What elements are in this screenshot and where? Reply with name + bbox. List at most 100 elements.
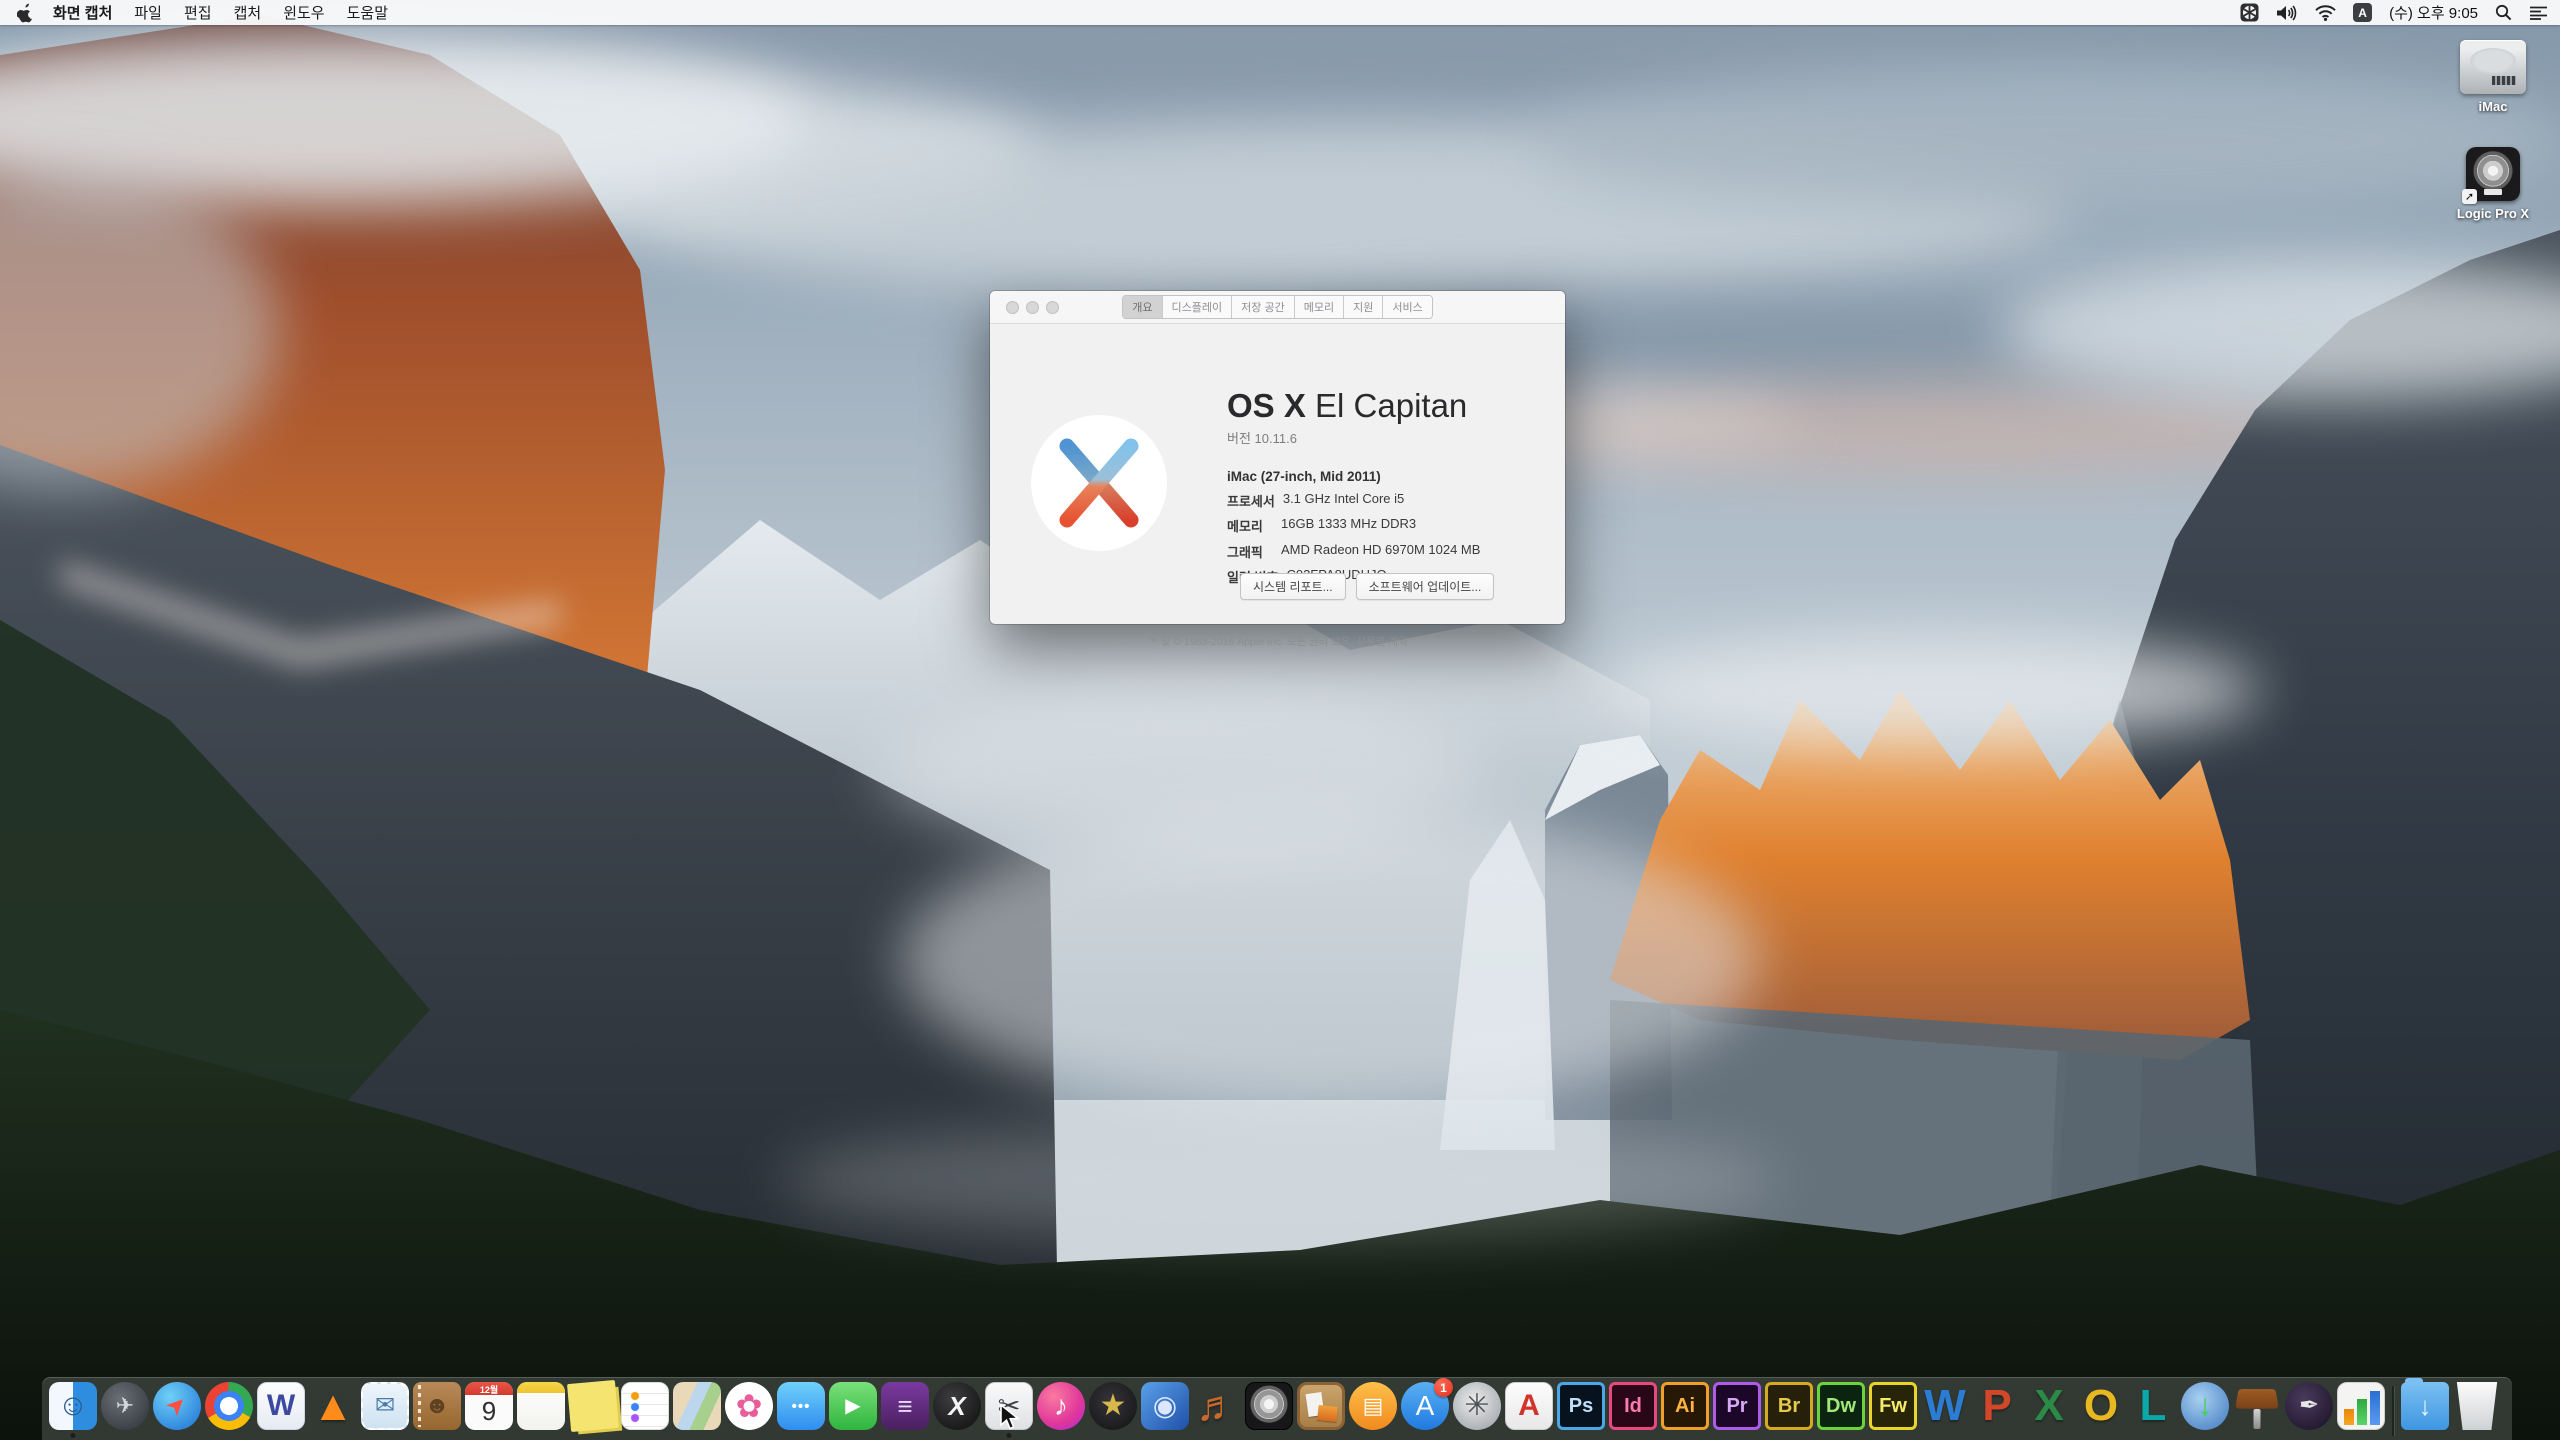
spec-value: 3.1 GHz Intel Core i5 bbox=[1283, 491, 1404, 510]
dock-word[interactable]: W bbox=[1920, 1382, 1970, 1438]
premiere-glyph: Pr bbox=[1726, 1396, 1747, 1416]
dock-downloads-folder[interactable]: ↓ bbox=[2400, 1382, 2450, 1438]
tab-storage[interactable]: 저장 공간 bbox=[1232, 296, 1295, 318]
dock-stickies[interactable] bbox=[568, 1382, 618, 1438]
menu-items: 파일편집캡처윈도우도움말 bbox=[123, 2, 399, 23]
dock-app-store[interactable]: A1 bbox=[1400, 1382, 1450, 1438]
dock-finder[interactable]: ☺ bbox=[48, 1382, 98, 1438]
dock-excel[interactable]: X bbox=[2024, 1382, 2074, 1438]
pages-icon: ✒ bbox=[2285, 1382, 2333, 1430]
dock-powerpoint[interactable]: P bbox=[1972, 1382, 2022, 1438]
volume-menu-icon[interactable] bbox=[2276, 5, 2298, 21]
menu-capture[interactable]: 캡처 bbox=[223, 2, 273, 23]
dock-mail[interactable]: ✉ bbox=[360, 1382, 410, 1438]
dock-indesign[interactable]: Id bbox=[1608, 1382, 1658, 1438]
dock-trash[interactable] bbox=[2452, 1382, 2502, 1438]
apple-menu[interactable] bbox=[14, 3, 36, 23]
dock-photoshop[interactable]: Ps bbox=[1556, 1382, 1606, 1438]
dock-numbers[interactable] bbox=[2336, 1382, 2386, 1438]
desktop-icon-logic-pro-x[interactable]: ➚ Logic Pro X bbox=[2438, 147, 2548, 221]
app-store-badge: 1 bbox=[1434, 1378, 1453, 1397]
dock-outlook[interactable]: O bbox=[2076, 1382, 2126, 1438]
dock-imovie[interactable]: ★ bbox=[1088, 1382, 1138, 1438]
dock-photos[interactable]: ✿ bbox=[724, 1382, 774, 1438]
dock-keynote[interactable] bbox=[2232, 1382, 2282, 1438]
system-preferences-icon: ✳ bbox=[1453, 1382, 1501, 1430]
tab-overview[interactable]: 개요 bbox=[1123, 296, 1162, 318]
menu-window[interactable]: 윈도우 bbox=[272, 2, 335, 23]
dock-garageband[interactable]: ♬ bbox=[1192, 1382, 1242, 1438]
dock-safari[interactable]: ➤ bbox=[152, 1382, 202, 1438]
tab-service[interactable]: 서비스 bbox=[1383, 296, 1431, 318]
dock-notes[interactable] bbox=[516, 1382, 566, 1438]
dock-facetime[interactable]: ▶ bbox=[828, 1382, 878, 1438]
dock-calendar[interactable]: 912월 bbox=[464, 1382, 514, 1438]
web-downloader-glyph: ↓ bbox=[2198, 1391, 2213, 1421]
spec-row-memory: 메모리16GB 1333 MHz DDR3 bbox=[1227, 516, 1547, 535]
webhard-icon: W bbox=[257, 1382, 305, 1430]
reminders-icon bbox=[621, 1382, 669, 1430]
app-store-icon: A1 bbox=[1401, 1382, 1449, 1430]
software-update-button[interactable]: 소프트웨어 업데이트... bbox=[1356, 573, 1495, 600]
dock-corkboard-app[interactable] bbox=[1296, 1382, 1346, 1438]
menu-bar-clock[interactable]: (수) 오후 9:05 bbox=[2389, 2, 2478, 23]
system-report-button[interactable]: 시스템 리포트... bbox=[1240, 573, 1346, 600]
vlc-glyph: ▲ bbox=[312, 1385, 354, 1427]
dock-premiere[interactable]: Pr bbox=[1712, 1382, 1762, 1438]
dock-illustrator[interactable]: Ai bbox=[1660, 1382, 1710, 1438]
pinwheel-icon bbox=[2240, 3, 2259, 22]
dock-system-preferences[interactable]: ✳ bbox=[1452, 1382, 1502, 1438]
dock-pages[interactable]: ✒ bbox=[2284, 1382, 2334, 1438]
desktop-icon-imac-hd[interactable]: iMac bbox=[2438, 40, 2548, 114]
dock-bridge[interactable]: Br bbox=[1764, 1382, 1814, 1438]
dock-fireworks[interactable]: Fw bbox=[1868, 1382, 1918, 1438]
input-source-menu[interactable]: A bbox=[2353, 3, 2372, 22]
dock-toast[interactable]: ≡ bbox=[880, 1382, 930, 1438]
dock-itunes[interactable]: ♪ bbox=[1036, 1382, 1086, 1438]
menu-file[interactable]: 파일 bbox=[123, 2, 173, 23]
dock-chrome[interactable] bbox=[204, 1382, 254, 1438]
dock-acrobat-reader[interactable]: A bbox=[1504, 1382, 1554, 1438]
spec-row-processor: 프로세서3.1 GHz Intel Core i5 bbox=[1227, 491, 1547, 510]
photoshop-icon: Ps bbox=[1557, 1382, 1605, 1430]
dock-vlc[interactable]: ▲ bbox=[308, 1382, 358, 1438]
logic-pro-icon: ➚ bbox=[2466, 147, 2520, 201]
finder-glyph: ☺ bbox=[58, 1391, 89, 1421]
spotlight-menu-icon[interactable] bbox=[2495, 4, 2512, 21]
dock-logic-pro[interactable] bbox=[1244, 1382, 1294, 1438]
dock-idvd[interactable]: ◉ bbox=[1140, 1382, 1190, 1438]
menu-app-name[interactable]: 화면 캡처 bbox=[42, 2, 123, 23]
hard-drive-icon bbox=[2460, 40, 2526, 94]
wifi-menu-icon[interactable] bbox=[2315, 5, 2336, 21]
screen-recorder-menu-icon[interactable] bbox=[2240, 3, 2259, 22]
dock-web-downloader[interactable]: ↓ bbox=[2180, 1382, 2230, 1438]
dock-reminders[interactable] bbox=[620, 1382, 670, 1438]
zoom-button[interactable] bbox=[1046, 301, 1059, 314]
dock-lync[interactable]: L bbox=[2128, 1382, 2178, 1438]
notification-center-menu-icon[interactable] bbox=[2529, 5, 2548, 20]
dock-maps[interactable] bbox=[672, 1382, 722, 1438]
spec-label: 메모리 bbox=[1227, 516, 1273, 535]
tab-displays[interactable]: 디스플레이 bbox=[1163, 296, 1233, 318]
illustrator-icon: Ai bbox=[1661, 1382, 1709, 1430]
window-titlebar[interactable]: 개요디스플레이저장 공간메모리지원서비스 bbox=[990, 291, 1565, 324]
dreamweaver-icon: Dw bbox=[1817, 1382, 1865, 1430]
contacts-glyph: ☻ bbox=[424, 1394, 449, 1418]
tab-memory[interactable]: 메모리 bbox=[1295, 296, 1344, 318]
minimize-button[interactable] bbox=[1026, 301, 1039, 314]
spec-list: 프로세서3.1 GHz Intel Core i5 메모리16GB 1333 MH… bbox=[1227, 491, 1547, 587]
close-button[interactable] bbox=[1006, 301, 1019, 314]
dock-launchpad[interactable]: ✈ bbox=[100, 1382, 150, 1438]
menu-help[interactable]: 도움말 bbox=[336, 2, 399, 23]
menu-edit[interactable]: 편집 bbox=[173, 2, 223, 23]
dock-x-media-player[interactable]: X bbox=[932, 1382, 982, 1438]
word-icon: W bbox=[1921, 1382, 1969, 1430]
ibooks-icon: ▤ bbox=[1349, 1382, 1397, 1430]
stickies-icon bbox=[567, 1380, 619, 1432]
dock-ibooks[interactable]: ▤ bbox=[1348, 1382, 1398, 1438]
dock-messages[interactable]: ••• bbox=[776, 1382, 826, 1438]
dock-dreamweaver[interactable]: Dw bbox=[1816, 1382, 1866, 1438]
dock-contacts[interactable]: ☻ bbox=[412, 1382, 462, 1438]
dock-webhard[interactable]: W bbox=[256, 1382, 306, 1438]
tab-support[interactable]: 지원 bbox=[1344, 296, 1383, 318]
